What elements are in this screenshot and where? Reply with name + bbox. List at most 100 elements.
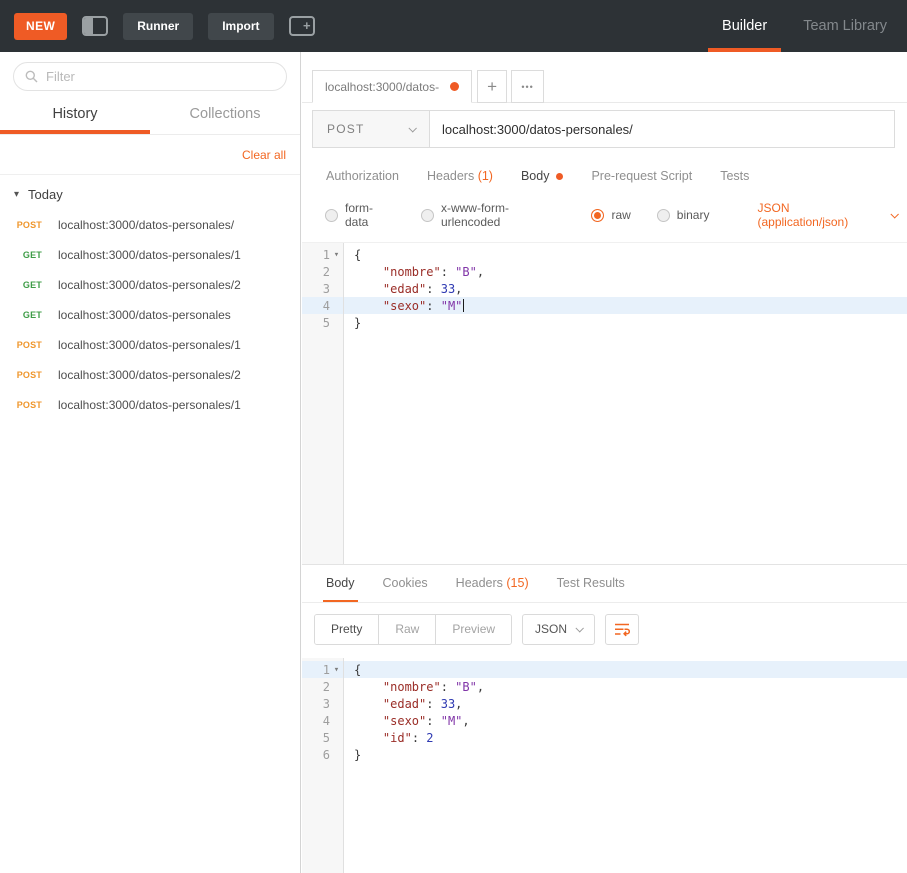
content-type-label: JSON (application/json) — [757, 201, 849, 229]
clear-all-link[interactable]: Clear all — [242, 148, 286, 162]
filter-input[interactable] — [46, 69, 275, 84]
line-number: 5 — [322, 315, 330, 330]
history-item[interactable]: POST localhost:3000/datos-personales/ — [0, 210, 300, 240]
new-window-icon[interactable] — [288, 16, 315, 36]
sidebar: History Collections Clear all ▾ Today PO… — [0, 52, 301, 873]
body-type-x-www-form-urlencoded[interactable]: x-www-form-urlencoded — [420, 201, 565, 229]
method-badge: POST — [16, 400, 42, 410]
sidebar-toggle-glyph — [82, 16, 109, 36]
code-line[interactable]: "nombre": "B", — [344, 263, 907, 280]
history-item[interactable]: POST localhost:3000/datos-personales/1 — [0, 330, 300, 360]
code-line[interactable]: "sexo": "M", — [344, 712, 907, 729]
request-editor-code: { "nombre": "B", "edad": 33, "sexo": "M"… — [344, 243, 907, 564]
history-item[interactable]: POST localhost:3000/datos-personales/2 — [0, 360, 300, 390]
method-select[interactable]: POST — [312, 110, 430, 148]
request-tab-headers[interactable]: Headers (1) — [413, 160, 507, 194]
code-line[interactable]: "edad": 33, — [344, 280, 907, 297]
line-number: 3 — [322, 696, 330, 711]
line-number: 6 — [322, 747, 330, 762]
body-type-binary[interactable]: binary — [656, 208, 710, 222]
tab-builder[interactable]: Builder — [704, 0, 785, 52]
body-type-form-data[interactable]: form-data — [325, 201, 395, 229]
history-item-url: localhost:3000/datos-personales/2 — [58, 278, 241, 292]
request-tab-body[interactable]: Body — [507, 160, 578, 194]
history-item[interactable]: GET localhost:3000/datos-personales/1 — [0, 240, 300, 270]
request-bar: POST — [312, 110, 895, 148]
history-list: POST localhost:3000/datos-personales/GET l… — [0, 210, 300, 420]
headers-count: (1) — [474, 169, 493, 183]
fold-arrow-icon[interactable]: ▾ — [330, 665, 343, 675]
new-button[interactable]: NEW — [14, 12, 68, 40]
radio-icon-binary — [656, 208, 670, 222]
view-mode-preview[interactable]: Preview — [436, 615, 512, 644]
radio-icon-form-data — [325, 208, 338, 222]
import-button[interactable]: Import — [208, 12, 274, 40]
body-type-label: form-data — [345, 201, 373, 229]
wrap-lines-button[interactable] — [605, 614, 640, 645]
history-item-url: localhost:3000/datos-personales/ — [58, 218, 235, 232]
url-input[interactable] — [442, 121, 882, 137]
history-item[interactable]: GET localhost:3000/datos-personales — [0, 300, 300, 330]
body-type-options: form-data x-www-form-urlencoded raw binary — [325, 201, 709, 229]
method-badge: GET — [22, 310, 42, 320]
open-request-tab[interactable]: localhost:3000/datos- — [312, 70, 473, 103]
code-line[interactable]: { — [344, 661, 907, 678]
request-editor-gutter: 1 ▾ 2 3 4 5 — [302, 243, 344, 564]
response-tab-test-results[interactable]: Test Results — [543, 565, 639, 602]
code-line[interactable]: "sexo": "M" — [344, 297, 907, 314]
request-editor[interactable]: 1 ▾ 2 3 4 5 { "nombre": "B", "edad": 33, "sex… — [302, 242, 907, 564]
search-icon — [25, 70, 38, 83]
response-section: Body Cookies Headers (15) Test Results Pret… — [302, 564, 907, 873]
body-edited-dot — [556, 172, 564, 180]
line-number: 1 ▾ — [302, 246, 343, 263]
view-mode-raw[interactable]: Raw — [379, 615, 437, 644]
response-editor-code: { "nombre": "B", "edad": 33, "sexo": "M"… — [344, 658, 907, 873]
chevron-down-icon — [890, 210, 899, 219]
text-cursor — [463, 299, 465, 312]
code-line[interactable]: "edad": 33, — [344, 695, 907, 712]
history-item[interactable]: POST localhost:3000/datos-personales/1 — [0, 390, 300, 420]
code-line[interactable]: { — [344, 246, 907, 263]
line-number: 5 — [322, 730, 330, 745]
request-tab-label: Body — [520, 169, 550, 183]
history-item[interactable]: GET localhost:3000/datos-personales/2 — [0, 270, 300, 300]
method-badge: GET — [22, 280, 42, 290]
response-tab-body[interactable]: Body — [312, 565, 369, 602]
view-mode-group: Pretty Raw Preview — [314, 614, 513, 645]
method-label: POST — [327, 122, 365, 136]
response-tab-cookies[interactable]: Cookies — [369, 565, 442, 602]
code-line[interactable]: } — [344, 746, 907, 763]
content-type-select[interactable]: JSON (application/json) — [757, 201, 899, 229]
more-options-icon: ••• — [521, 81, 534, 92]
view-mode-pretty[interactable]: Pretty — [315, 615, 380, 644]
request-tab-label: Tests — [720, 169, 750, 183]
request-tabstrip: localhost:3000/datos- + ••• — [302, 52, 907, 103]
code-line[interactable]: "id": 2 — [344, 729, 907, 746]
body-type-label: binary — [676, 208, 710, 222]
code-line[interactable]: "nombre": "B", — [344, 678, 907, 695]
response-editor[interactable]: 1 ▾ 2 3 4 5 6 { "nombre": "B", "edad": 33, "se… — [302, 658, 907, 873]
response-format-select[interactable]: JSON — [522, 614, 596, 645]
response-tab-label: Body — [326, 576, 355, 590]
request-tab-authorization[interactable]: Authorization — [312, 160, 413, 194]
history-section-today[interactable]: ▾ Today — [0, 175, 300, 210]
line-number: 1 ▾ — [302, 661, 343, 678]
tab-team-library[interactable]: Team Library — [785, 0, 905, 52]
request-tab-label: Pre-request Script — [591, 169, 693, 183]
body-type-raw[interactable]: raw — [591, 208, 631, 222]
tab-options-button[interactable]: ••• — [511, 70, 545, 103]
request-tab-pre-request-script[interactable]: Pre-request Script — [577, 160, 706, 194]
sidebar-toggle-icon[interactable] — [82, 16, 109, 36]
clear-all-row: Clear all — [0, 135, 300, 175]
request-tab-tests[interactable]: Tests — [706, 160, 763, 194]
fold-arrow-icon[interactable]: ▾ — [330, 250, 343, 260]
new-tab-button[interactable]: + — [477, 70, 508, 103]
code-line[interactable]: } — [344, 314, 907, 331]
history-item-url: localhost:3000/datos-personales — [58, 308, 231, 322]
response-tab-headers[interactable]: Headers (15) — [442, 565, 543, 602]
tab-collections[interactable]: Collections — [150, 95, 300, 134]
runner-button[interactable]: Runner — [123, 12, 194, 40]
tab-history[interactable]: History — [0, 95, 150, 134]
history-section-label: Today — [28, 187, 63, 202]
headers-count: (15) — [502, 576, 529, 590]
